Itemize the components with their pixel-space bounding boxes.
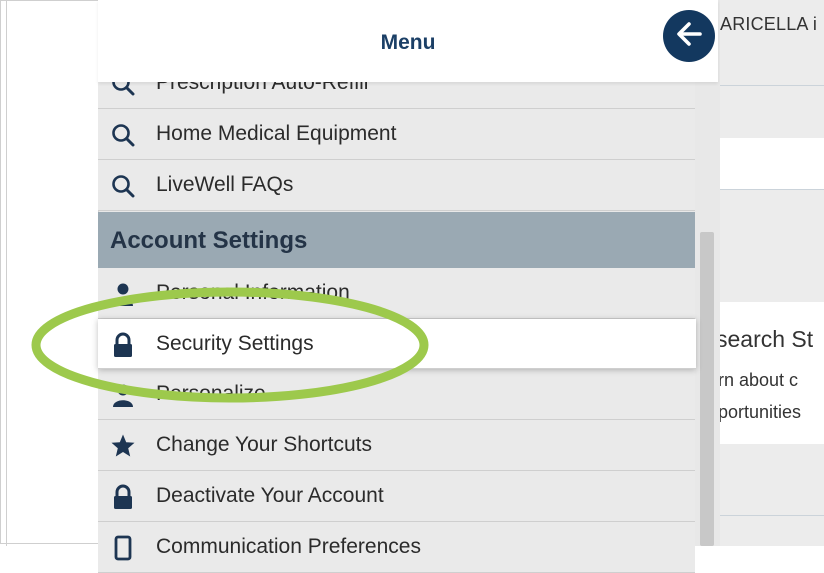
menu-header: Menu [98, 0, 718, 82]
menu-item-change-your-shortcuts[interactable]: Change Your Shortcuts [98, 420, 695, 471]
menu-item-personalize[interactable]: Personalize [98, 369, 695, 420]
background-divider [720, 515, 824, 516]
section-header-account-settings: Account Settings [98, 212, 695, 268]
back-button[interactable] [663, 10, 715, 62]
menu-item-label: Personal Information [156, 281, 350, 304]
background-divider [720, 85, 824, 86]
menu-item-livewell-faqs[interactable]: LiveWell FAQs [98, 160, 695, 211]
background-lower-card [720, 444, 824, 546]
menu-item-deactivate-your-account[interactable]: Deactivate Your Account [98, 471, 695, 522]
menu-item-home-medical-equipment[interactable]: Home Medical Equipment [98, 109, 695, 160]
lock-icon [110, 332, 136, 358]
person-icon [110, 281, 136, 307]
menu-item-label: Personalize [156, 382, 266, 405]
background-strip [720, 138, 824, 190]
background-research-text: portunities [718, 402, 802, 422]
background-research-title: search St [716, 326, 814, 352]
menu-item-label: Change Your Shortcuts [156, 433, 372, 456]
arrow-left-icon [672, 17, 706, 56]
menu-item-label: Home Medical Equipment [156, 122, 397, 145]
background-research-text: rn about c [718, 370, 799, 390]
star-icon [110, 433, 136, 459]
menu-item-communication-preferences[interactable]: Communication Preferences [98, 522, 695, 573]
menu-item-label: Deactivate Your Account [156, 484, 384, 507]
menu-item-label: Communication Preferences [156, 535, 421, 558]
section-title: Account Settings [110, 227, 308, 254]
background-member-name: ARICELLA i [720, 14, 818, 34]
phone-icon [110, 535, 136, 561]
search-icon [110, 173, 136, 199]
person-icon [110, 382, 136, 408]
menu-item-label: Security Settings [156, 332, 314, 355]
menu-title: Menu [380, 31, 436, 54]
lock-icon [110, 484, 136, 510]
menu-item-label: LiveWell FAQs [156, 173, 294, 196]
page-edge [6, 0, 7, 546]
menu-item-security-settings[interactable]: Security Settings [98, 319, 696, 369]
menu-item-personal-information[interactable]: Personal Information [98, 268, 695, 319]
search-icon [110, 122, 136, 148]
background-card [720, 190, 824, 302]
menu-scrollbar[interactable] [700, 232, 714, 546]
